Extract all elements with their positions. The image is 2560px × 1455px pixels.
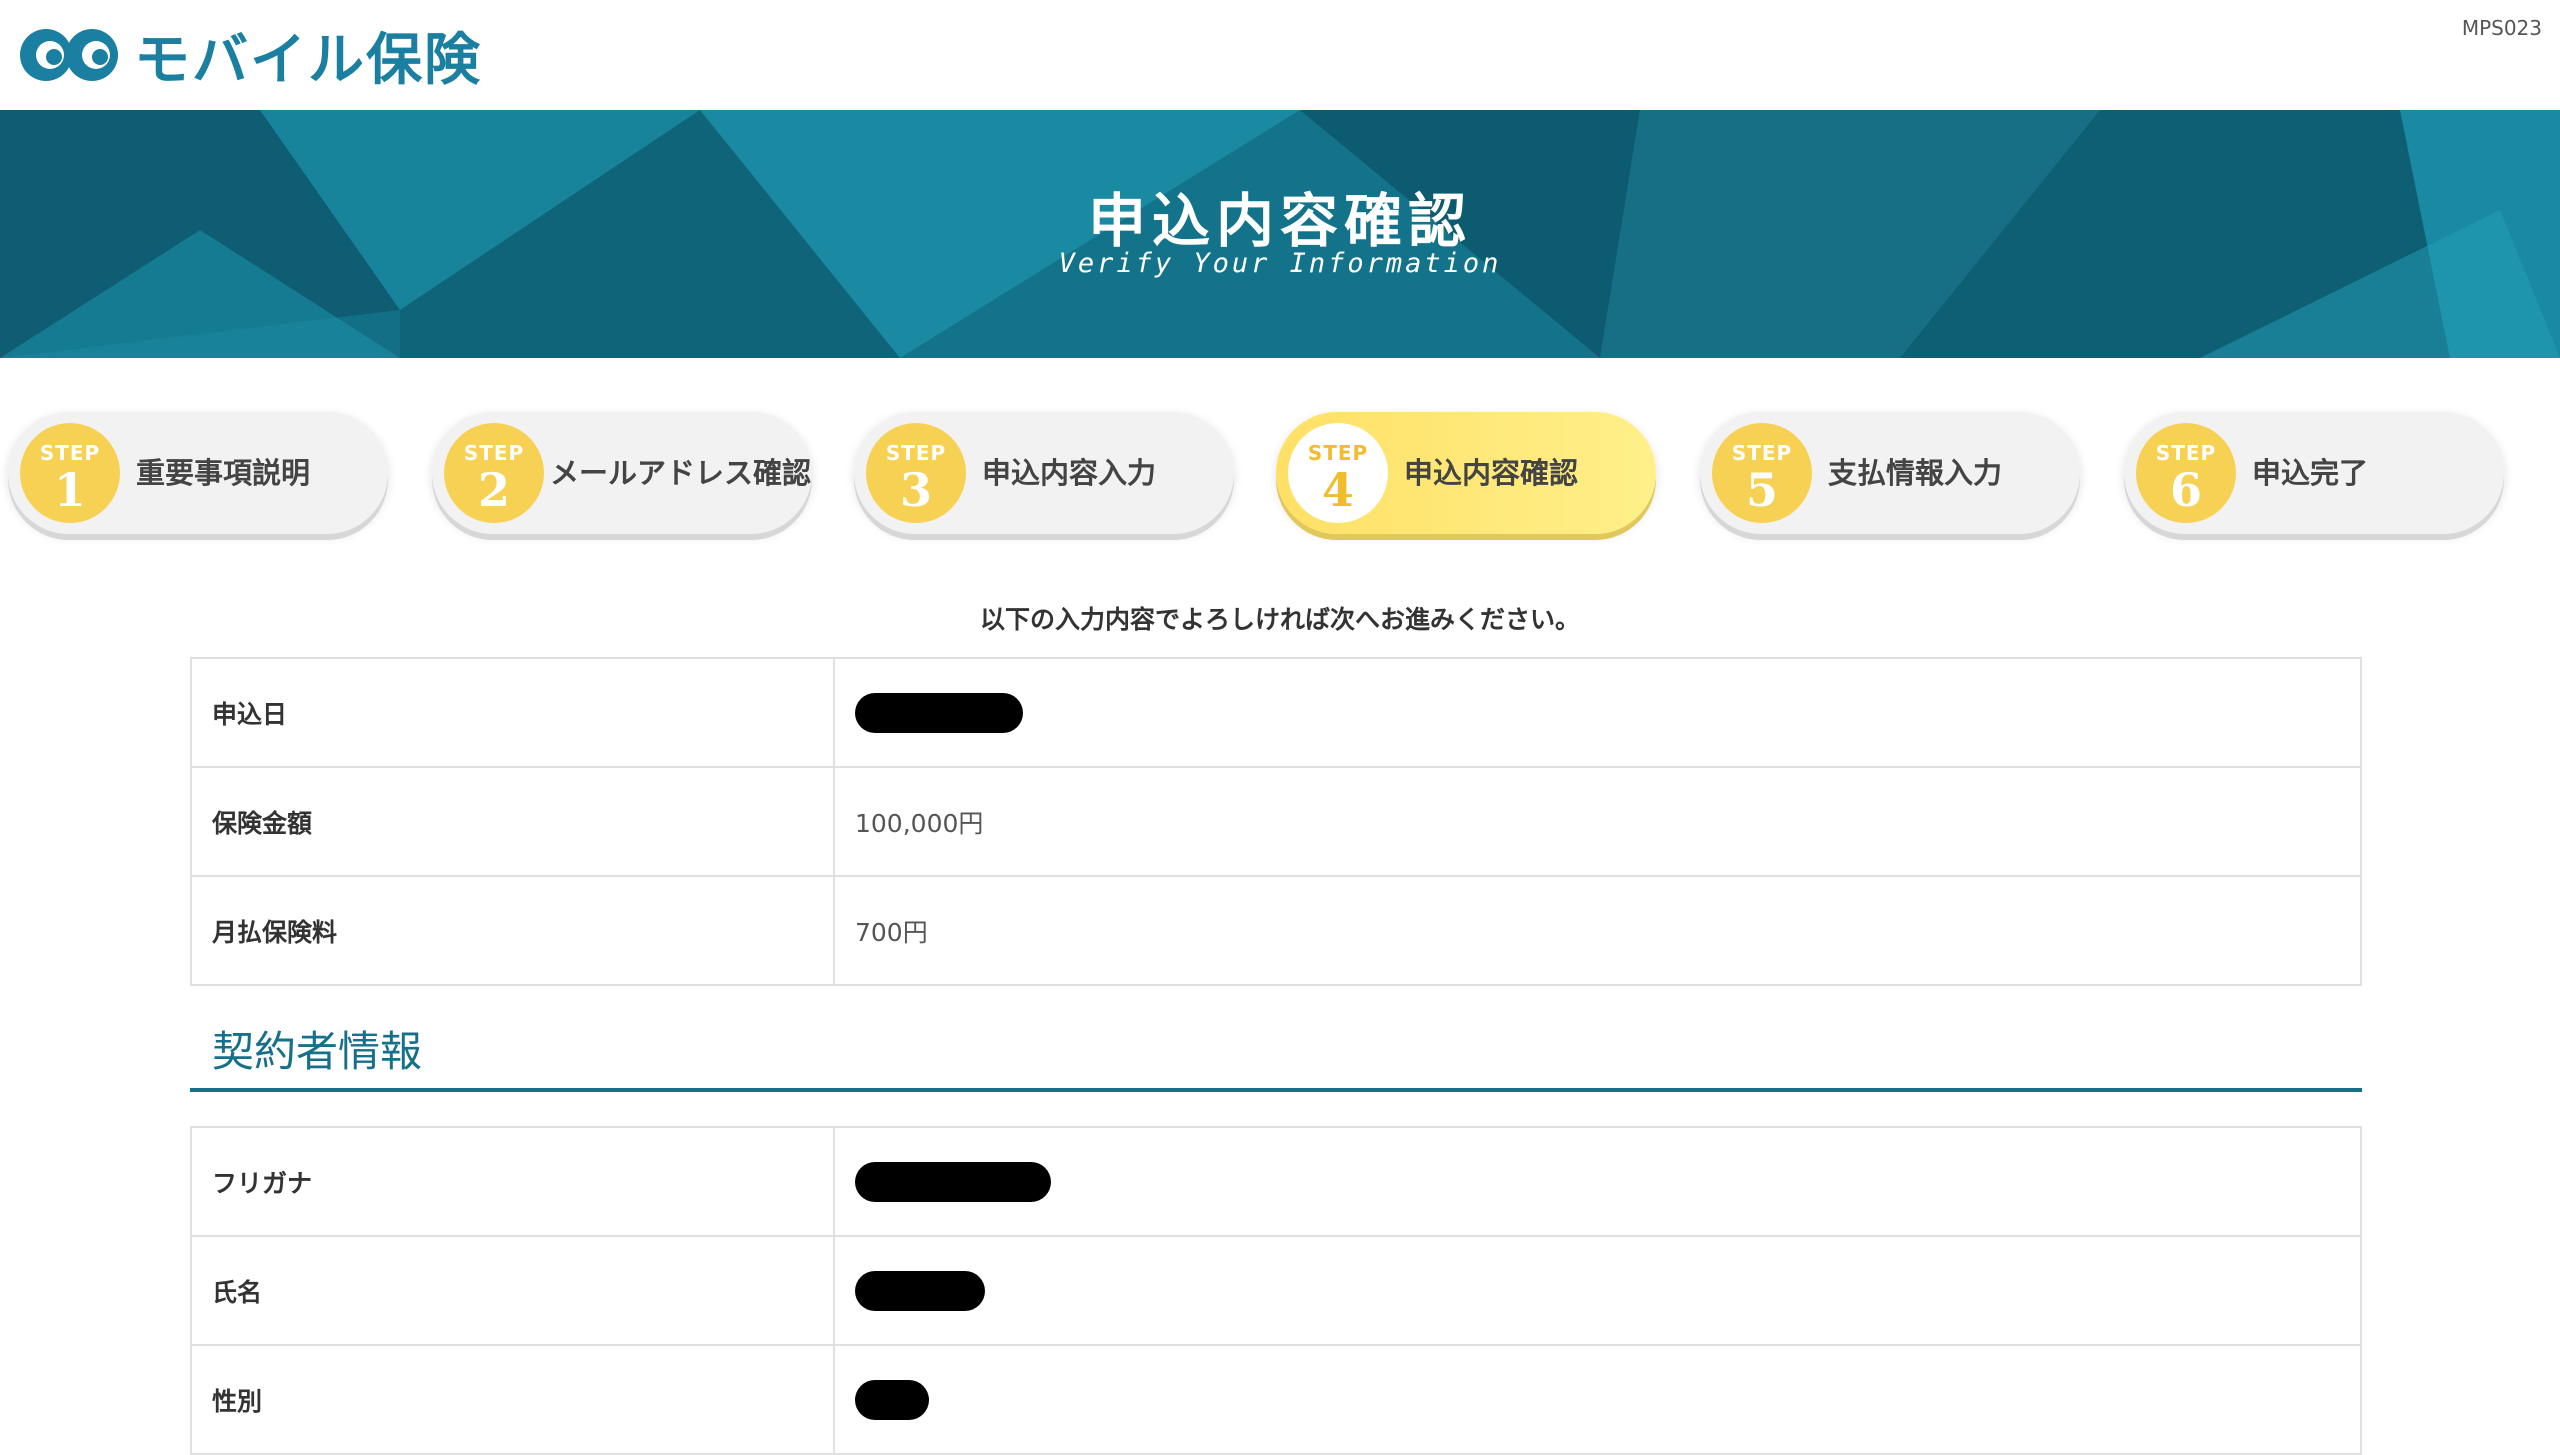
summary-table: 申込日 保険金額 100,000円 月払保険料 700円	[190, 657, 2362, 986]
logo-mark-icon	[20, 29, 118, 81]
step-3-badge: STEP 3	[866, 423, 966, 523]
row-label: 保険金額	[190, 766, 835, 877]
step-indicator: STEP 1 重要事項説明 STEP 2 メールアドレス確認 STEP 3 申込…	[8, 412, 2552, 542]
redaction-mark	[855, 692, 1023, 733]
step-4-current: STEP 4 申込内容確認	[1276, 412, 1656, 534]
step-number: 2	[477, 463, 510, 517]
page-title: 申込内容確認	[1087, 187, 1472, 255]
step-word: STEP	[1731, 441, 1793, 465]
step-2-badge: STEP 2	[444, 423, 544, 523]
section-heading: 契約者情報	[190, 1010, 2362, 1092]
step-label: 申込内容入力	[982, 456, 1157, 490]
step-word: STEP	[1307, 441, 1369, 465]
table-row: 氏名	[190, 1235, 2362, 1346]
redaction-mark	[855, 1270, 985, 1311]
site-logo[interactable]: モバイル保険	[16, 20, 482, 93]
row-value: 100,000円	[833, 766, 2362, 877]
step-word: STEP	[885, 441, 947, 465]
page-subtitle: Verify Your Information	[1058, 248, 1502, 279]
step-5-badge: STEP 5	[1712, 423, 1812, 523]
site-header: モバイル保険 MPS023	[0, 0, 2560, 110]
step-label: 重要事項説明	[136, 456, 311, 490]
row-label: 氏名	[190, 1235, 835, 1346]
step-label: メールアドレス確認	[550, 456, 812, 490]
table-row: 申込日	[190, 657, 2362, 768]
row-value-redacted	[833, 1344, 2362, 1455]
step-6-badge: STEP 6	[2136, 423, 2236, 523]
step-number: 1	[53, 463, 86, 517]
step-2: STEP 2 メールアドレス確認	[432, 412, 812, 534]
row-label: フリガナ	[190, 1126, 835, 1237]
step-word: STEP	[39, 441, 101, 465]
row-label: 月払保険料	[190, 875, 835, 986]
step-4-badge: STEP 4	[1288, 423, 1388, 523]
section-title-text: 契約者情報	[212, 1027, 423, 1076]
row-label: 性別	[190, 1344, 835, 1455]
step-word: STEP	[2155, 441, 2217, 465]
table-row: 性別	[190, 1344, 2362, 1455]
step-6: STEP 6 申込完了	[2124, 412, 2504, 534]
row-value-redacted	[833, 657, 2362, 768]
redaction-mark	[855, 1161, 1051, 1202]
logo-text: モバイル保険	[134, 27, 482, 93]
step-label: 申込内容確認	[1404, 456, 1579, 490]
table-row: フリガナ	[190, 1126, 2362, 1237]
redaction-mark	[855, 1379, 929, 1420]
row-label: 申込日	[190, 657, 835, 768]
row-value: 700円	[833, 875, 2362, 986]
step-number: 5	[1745, 463, 1778, 517]
page-code: MPS023	[2461, 16, 2542, 40]
step-number: 3	[899, 463, 932, 517]
instruction-text: 以下の入力内容でよろしければ次へお進みください。	[979, 605, 1580, 634]
step-3: STEP 3 申込内容入力	[854, 412, 1234, 534]
table-row: 保険金額 100,000円	[190, 766, 2362, 877]
step-1-badge: STEP 1	[20, 423, 120, 523]
step-label: 支払情報入力	[1828, 456, 2003, 490]
step-number: 4	[1321, 463, 1354, 517]
contractor-table: フリガナ 氏名 性別	[190, 1126, 2362, 1455]
step-1: STEP 1 重要事項説明	[8, 412, 388, 534]
table-row: 月払保険料 700円	[190, 875, 2362, 986]
row-value-redacted	[833, 1126, 2362, 1237]
step-word: STEP	[463, 441, 525, 465]
step-label: 申込完了	[2252, 456, 2369, 490]
step-5: STEP 5 支払情報入力	[1700, 412, 2080, 534]
page-banner: 申込内容確認 Verify Your Information	[0, 110, 2560, 358]
row-value-redacted	[833, 1235, 2362, 1346]
step-number: 6	[2169, 463, 2202, 517]
